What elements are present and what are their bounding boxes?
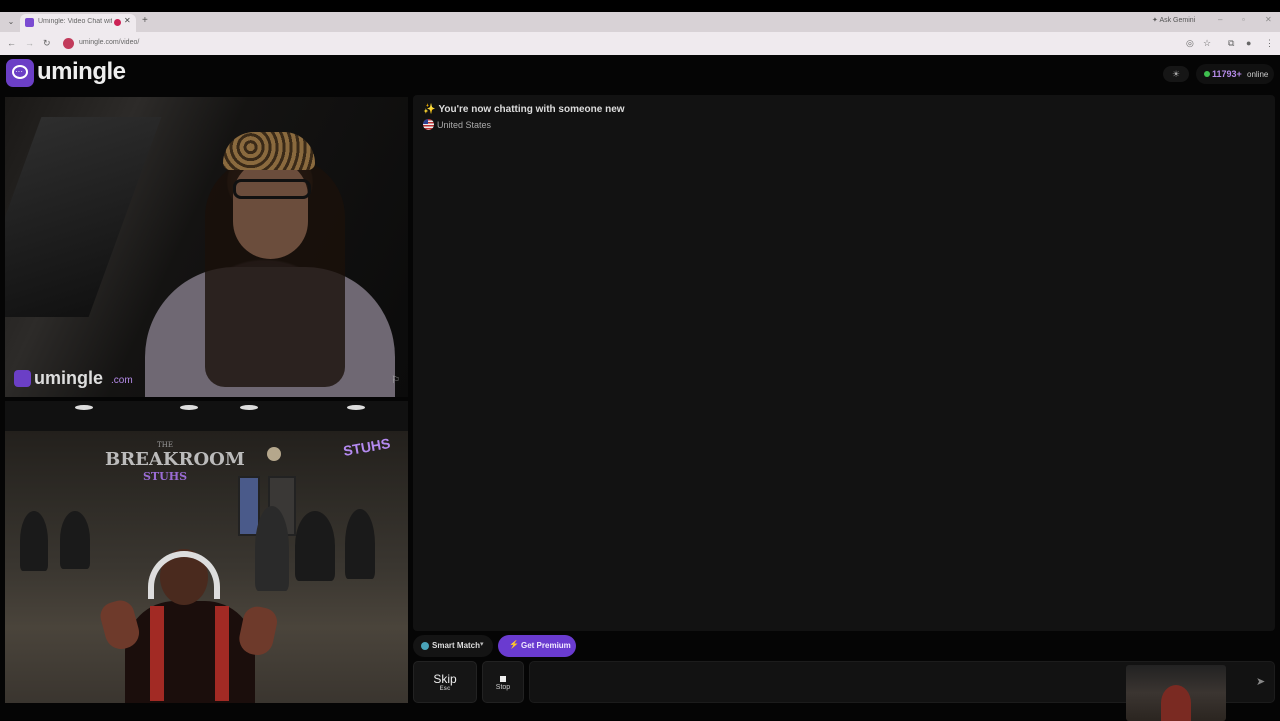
neon-sign: STUHS [341, 435, 392, 459]
skip-label: Skip [433, 672, 457, 686]
extensions-icon[interactable]: ⧉ [1228, 38, 1234, 49]
partner-country-text: United States [437, 120, 492, 130]
message-composer: ➤ [529, 661, 1275, 721]
ask-gemini-button[interactable]: ✦ Ask Gemini [1152, 16, 1195, 24]
tab-close-icon[interactable]: ✕ [124, 16, 131, 25]
watermark-text: umingle [34, 368, 104, 388]
bookmark-star-icon[interactable]: ☆ [1203, 38, 1211, 49]
self-view-thumbnail[interactable] [1126, 665, 1226, 721]
report-flag-icon[interactable]: ⚐ [391, 375, 400, 386]
screen-top-edge [0, 0, 1280, 12]
maximize-button[interactable]: ▫ [1242, 15, 1245, 24]
reload-icon[interactable]: ↻ [43, 38, 51, 49]
url-text: umingle.com/video/ [79, 39, 140, 46]
local-video: THE BREAKROOM STUHS STUHS [5, 401, 408, 703]
chat-panel: ✨ You're now chatting with someone new Un… [413, 95, 1275, 631]
chevron-down-icon: ▾ [480, 641, 484, 648]
wall-clock-icon [267, 447, 281, 461]
eye-off-icon[interactable]: ◎ [1186, 38, 1194, 49]
forward-arrow-icon[interactable]: → [25, 38, 34, 48]
smart-match-label: Smart Match [432, 641, 481, 650]
new-tab-button[interactable]: + [142, 15, 148, 26]
wall-sign-line3: STUHS [142, 470, 188, 483]
online-label: online [1247, 70, 1269, 79]
browser-toolbar: ← → ↻ umingle.com/video/ ◎ ☆ ⧉ ● ⋮ [0, 32, 1280, 55]
tab-search-chevron-icon[interactable]: ⌄ [5, 16, 17, 28]
site-info-icon[interactable] [63, 38, 74, 49]
stop-label: Stop [495, 684, 511, 691]
skip-shortcut: Esc [439, 686, 451, 692]
browser-tabstrip: ⌄ Umingle: Video Chat with S ✕ + ✦ Ask G… [0, 12, 1280, 32]
recording-indicator-icon [114, 19, 121, 26]
remote-video: umingle .com ⚐ [5, 97, 408, 397]
online-count: 11793+ [1212, 69, 1242, 79]
watermark-logo-icon [14, 370, 31, 387]
profile-icon[interactable]: ● [1246, 38, 1251, 48]
stop-icon [500, 676, 506, 682]
message-input[interactable] [538, 674, 1098, 690]
lightning-icon: ⚡ [509, 640, 519, 649]
close-window-button[interactable]: ✕ [1265, 15, 1272, 24]
system-message: ✨ You're now chatting with someone new [423, 104, 625, 115]
us-flag-icon [423, 119, 434, 130]
back-arrow-icon[interactable]: ← [7, 38, 16, 48]
headphones-icon [148, 551, 220, 599]
wall-sign-line2: BREAKROOM [105, 449, 245, 470]
skip-button[interactable]: Skip Esc [413, 661, 477, 703]
online-status-dot-icon [1204, 71, 1210, 77]
send-icon[interactable]: ➤ [1256, 675, 1265, 688]
ask-gemini-label: Ask Gemini [1159, 17, 1196, 24]
sparkles-icon: ✨ [423, 104, 436, 115]
partner-country: United States [423, 119, 491, 130]
theme-toggle-sun-icon[interactable]: ☀ [1163, 66, 1189, 82]
chat-bubble-logo-icon: ··· [6, 59, 34, 87]
umingle-app: ··· umingle ☀ 11793+ online umingle .com… [0, 55, 1280, 721]
system-message-text: You're now chatting with someone new [438, 104, 625, 115]
breakroom-wall-sign: THE BREAKROOM STUHS [105, 441, 245, 501]
wall-sign-line1: THE [157, 441, 173, 449]
umingle-favicon-icon [25, 18, 34, 27]
globe-icon [421, 642, 429, 650]
watermark-domain: .com [111, 375, 133, 386]
logo-text: umingle [37, 58, 126, 85]
get-premium-label: Get Premium [521, 641, 571, 650]
smart-match-dropdown[interactable]: Smart Match ▾ [413, 635, 493, 657]
get-premium-button[interactable]: ⚡ Get Premium [498, 635, 576, 657]
online-counter: 11793+ online [1196, 64, 1274, 84]
address-bar[interactable]: umingle.com/video/ [58, 35, 1198, 52]
stop-button[interactable]: Stop [482, 661, 524, 703]
minimize-button[interactable]: – [1218, 15, 1222, 24]
menu-kebab-icon[interactable]: ⋮ [1265, 38, 1274, 49]
browser-tab-umingle[interactable]: Umingle: Video Chat with S ✕ [20, 14, 136, 32]
tab-title: Umingle: Video Chat with S [38, 18, 112, 25]
